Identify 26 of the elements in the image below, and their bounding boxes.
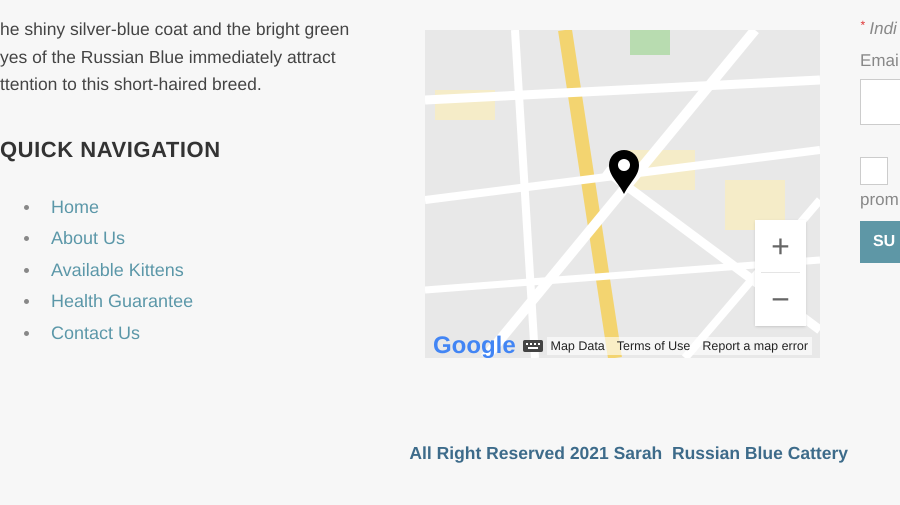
submit-button[interactable]: SU (860, 220, 900, 262)
bullet-icon (24, 236, 29, 241)
copyright-text: All Right Reserved 2021 Sarah Russian Blue Cattery (409, 442, 848, 465)
zoom-out-button[interactable]: − (755, 273, 806, 325)
nav-link[interactable]: Contact Us (51, 322, 140, 344)
field-label: Emai (860, 50, 900, 72)
map-logo: Google (433, 334, 516, 358)
nav-link[interactable]: Health Guarantee (51, 290, 194, 313)
checkbox[interactable] (860, 157, 888, 185)
zoom-in-button[interactable]: + (755, 220, 806, 272)
map-pin-icon (608, 150, 640, 194)
intro-paragraph: he shiny silver-blue coat and the bright green yes of the Russian Blue immediately attract ttention to this short-haired breed. (0, 18, 350, 96)
map-link[interactable]: Terms of Use (616, 336, 690, 356)
keyboard-icon[interactable] (522, 339, 544, 353)
bullet-icon (24, 268, 29, 272)
map-link[interactable]: Report a map error (702, 336, 808, 356)
bullet-icon (24, 299, 29, 304)
section-heading: QUICK NAVIGATION (0, 136, 222, 164)
map-link[interactable]: Map Data (550, 336, 605, 356)
nav-link[interactable]: Home (51, 196, 100, 218)
consent-text: prom (860, 189, 900, 211)
required-note: * Indi (860, 17, 898, 40)
nav-link[interactable]: About Us (51, 227, 126, 250)
nav-link[interactable]: Available Kittens (51, 258, 184, 282)
bullet-icon (24, 330, 29, 336)
bullet-icon (24, 204, 29, 210)
